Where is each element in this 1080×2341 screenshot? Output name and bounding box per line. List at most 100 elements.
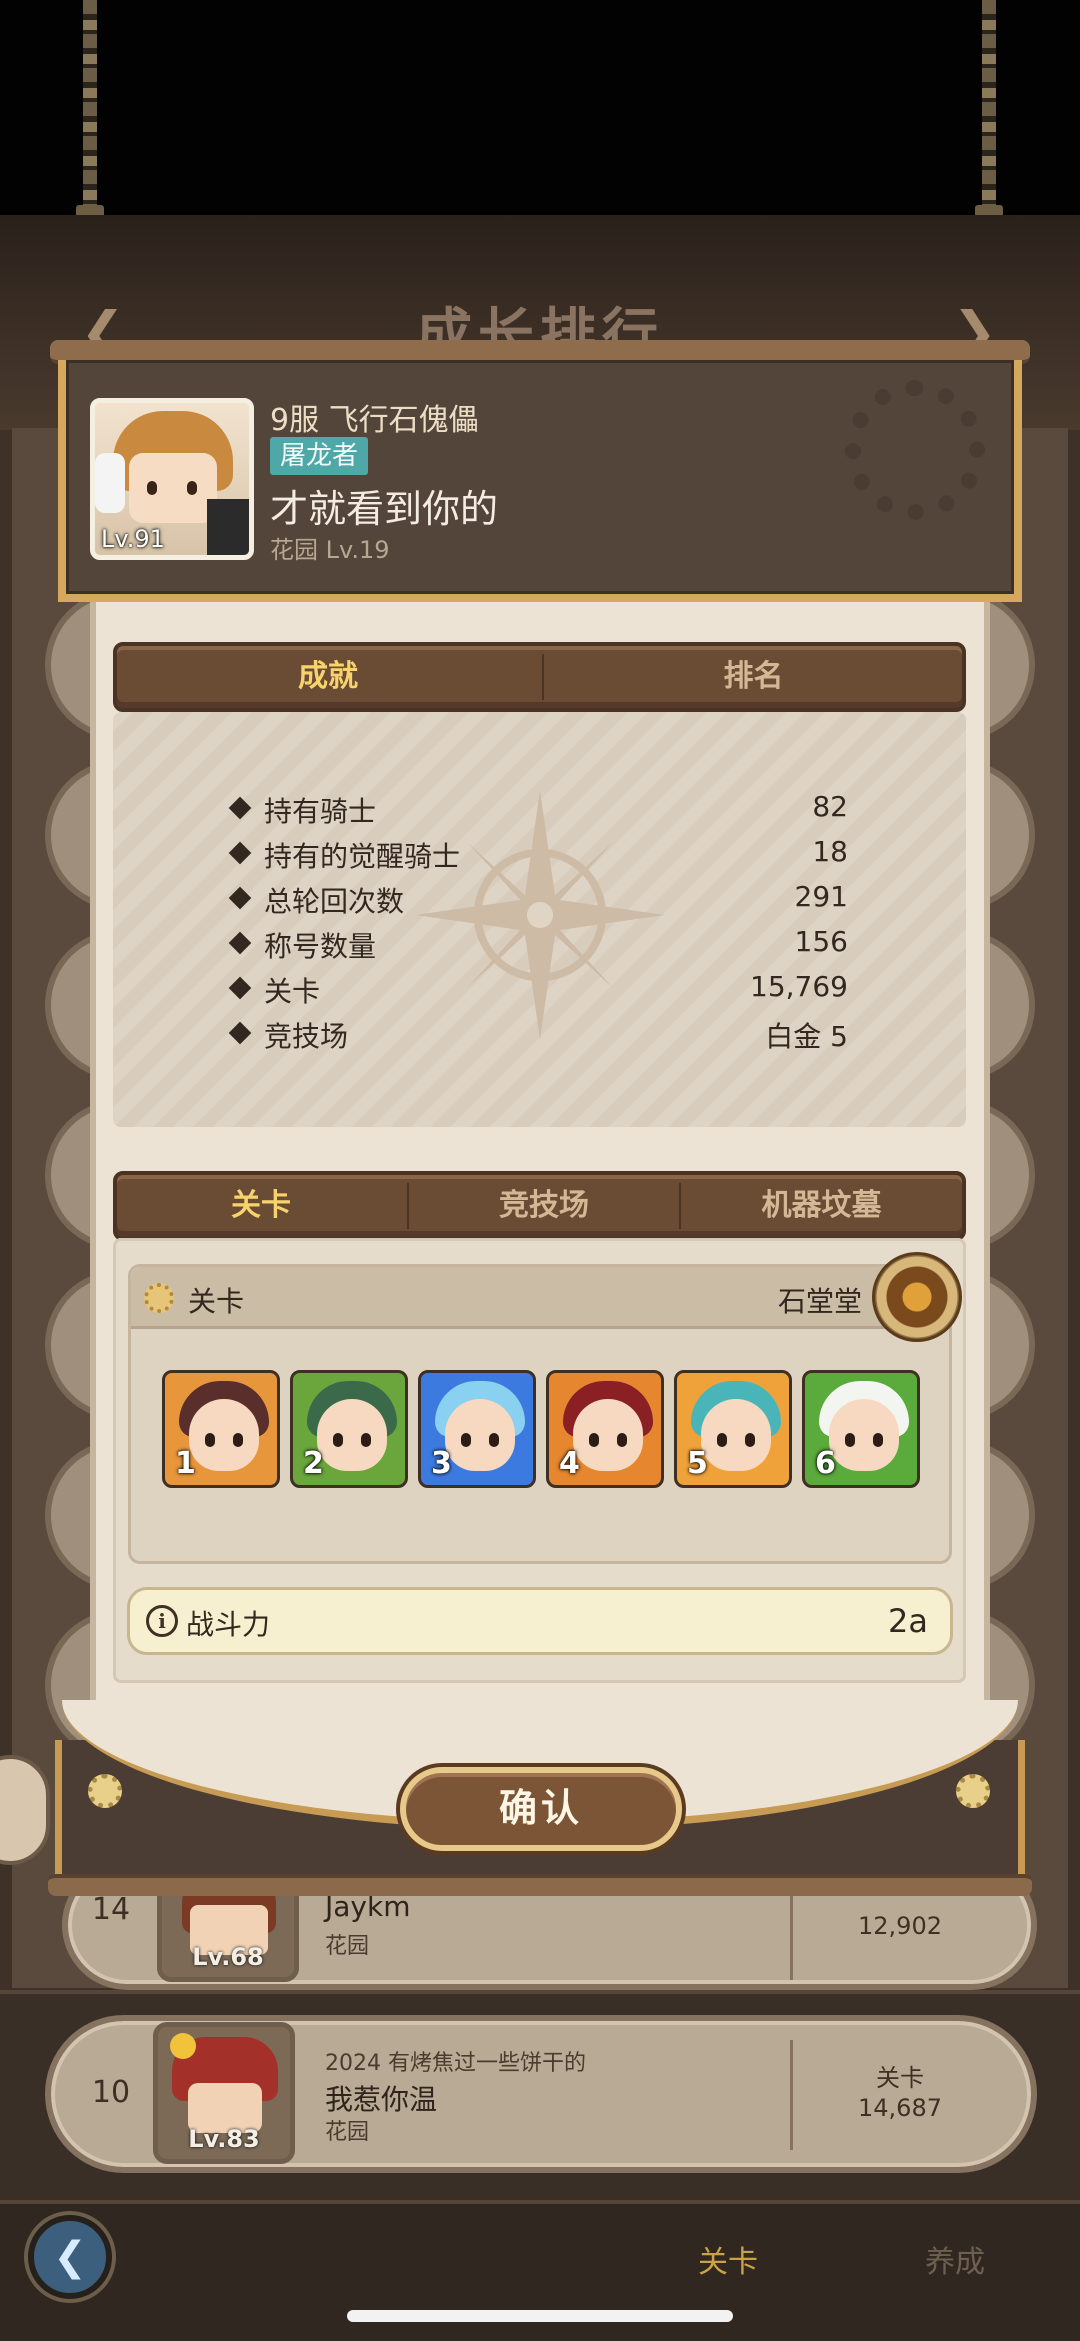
tab-divider: [542, 654, 544, 700]
stat-value: 15,769: [750, 970, 848, 1003]
stat-label: 持有骑士: [264, 795, 377, 828]
stat-row-knights: 持有骑士 82: [228, 790, 848, 835]
avatar: Lv.83: [153, 2022, 295, 2164]
stat-label: 关卡: [264, 975, 321, 1008]
chevron-left-icon: ❮: [53, 2234, 87, 2280]
hero-eye: [205, 1433, 215, 1447]
hero-slot-number: 4: [559, 1446, 580, 1481]
back-button[interactable]: ❮: [28, 2215, 112, 2299]
hero-eye: [745, 1433, 755, 1447]
combat-power-value: 2a: [888, 1602, 928, 1640]
row-stat-label: 关卡: [876, 2064, 924, 2092]
combat-power-box: i 战斗力 2a: [127, 1587, 953, 1655]
stage-team-owner: 石堂堂: [777, 1285, 862, 1318]
stats-tab-bar: 成就 排名: [113, 642, 966, 712]
hero-face: [445, 1399, 515, 1471]
diamond-bullet-icon: [228, 841, 252, 865]
confirm-button[interactable]: 确认: [400, 1767, 682, 1851]
hero-slot[interactable]: 1: [162, 1370, 280, 1488]
hero-eye: [589, 1433, 599, 1447]
row-rank: 14: [91, 1892, 131, 1927]
avatar-eye: [187, 481, 197, 495]
stat-row-titles: 称号数量 156: [228, 925, 848, 970]
player-motto: 才就看到你的: [270, 487, 499, 531]
tab-growth[interactable]: 养成: [925, 2237, 985, 2281]
info-icon[interactable]: i: [146, 1605, 178, 1637]
hero-slot-number: 5: [687, 1446, 708, 1481]
flower-icon: [170, 2033, 196, 2059]
row-player-name: 我惹你温: [325, 2083, 438, 2116]
gear-icon: [88, 1774, 122, 1808]
tab-ranking[interactable]: 排名: [545, 646, 962, 708]
tab-machine-tomb[interactable]: 机器坟墓: [681, 1175, 962, 1237]
hero-slot-number: 2: [303, 1446, 324, 1481]
combat-power-label: 战斗力: [186, 1608, 271, 1641]
tab-stage[interactable]: 关卡: [117, 1175, 405, 1237]
diamond-bullet-icon: [228, 1021, 252, 1045]
hero-eye: [717, 1433, 727, 1447]
hero-slot-number: 1: [175, 1446, 196, 1481]
stat-label: 总轮回次数: [264, 885, 405, 918]
player-level: Lv.91: [101, 525, 165, 553]
title-badge: 屠龙者: [270, 437, 369, 475]
hero-face: [317, 1399, 387, 1471]
hero-eye: [361, 1433, 371, 1447]
hero-slot[interactable]: 2: [290, 1370, 408, 1488]
stat-value: 156: [794, 925, 848, 958]
mode-tab-bar: 关卡 竞技场 机器坟墓: [113, 1171, 966, 1241]
hanging-chain-left: [83, 0, 97, 212]
hero-eye: [845, 1433, 855, 1447]
hero-eye: [489, 1433, 499, 1447]
top-black-area: [0, 0, 1080, 215]
player-garden-level: 花园 Lv.19: [270, 536, 390, 564]
hanging-chain-right: [982, 0, 996, 212]
row-rank: 10: [91, 2075, 131, 2110]
player-avatar: Lv.91: [90, 398, 254, 560]
hero-eye: [461, 1433, 471, 1447]
hero-face: [701, 1399, 771, 1471]
diamond-bullet-icon: [228, 796, 252, 820]
modal-bottom-rail: [48, 1874, 1032, 1896]
row-divider: [790, 2040, 793, 2150]
stat-label: 持有的觉醒骑士: [264, 840, 461, 873]
avatar-eye: [147, 481, 157, 495]
stat-value: 291: [794, 880, 848, 913]
tab-achievement[interactable]: 成就: [117, 646, 539, 708]
stat-label: 称号数量: [264, 930, 377, 963]
row-tagline: 2024 有烤焦过一些饼干的: [325, 2051, 586, 2076]
avatar-level: Lv.68: [192, 1943, 264, 1971]
hero-eye: [873, 1433, 883, 1447]
stage-team-label: 关卡: [188, 1285, 245, 1318]
hero-face: [189, 1399, 259, 1471]
row-stat-value: 14,687: [858, 2094, 942, 2122]
stat-row-awakened: 持有的觉醒骑士 18: [228, 835, 848, 880]
gear-icon: [956, 1774, 990, 1808]
home-indicator[interactable]: [347, 2310, 733, 2322]
hero-slot[interactable]: 5: [674, 1370, 792, 1488]
hero-eye: [617, 1433, 627, 1447]
hero-slot[interactable]: 4: [546, 1370, 664, 1488]
avatar-collar: [207, 499, 249, 555]
stat-value: 18: [812, 835, 848, 868]
hero-slot[interactable]: 3: [418, 1370, 536, 1488]
hero-slot[interactable]: 6: [802, 1370, 920, 1488]
stat-label: 竞技场: [264, 1020, 349, 1053]
avatar-level: Lv.83: [188, 2125, 260, 2153]
stat-value: 82: [812, 790, 848, 823]
stage-medal-icon[interactable]: [872, 1252, 962, 1342]
stat-row-rebirths: 总轮回次数 291: [228, 880, 848, 925]
row-garden: 花园: [325, 1934, 370, 1959]
hero-slot-number: 6: [815, 1446, 836, 1481]
tab-stage[interactable]: 关卡: [698, 2237, 758, 2281]
row-garden: 花园: [325, 2120, 370, 2145]
avatar-wing: [95, 453, 125, 513]
hero-eye: [333, 1433, 343, 1447]
diamond-bullet-icon: [228, 976, 252, 1000]
player-server-name: 9服 飞行石傀儡: [270, 403, 479, 438]
tab-arena[interactable]: 竞技场: [409, 1175, 679, 1237]
diamond-bullet-icon: [228, 931, 252, 955]
hero-face: [573, 1399, 643, 1471]
row-stat-value: 12,902: [858, 1912, 942, 1940]
stat-row-arena: 竞技场 白金 5: [228, 1015, 848, 1060]
gear-icon: [144, 1283, 174, 1313]
